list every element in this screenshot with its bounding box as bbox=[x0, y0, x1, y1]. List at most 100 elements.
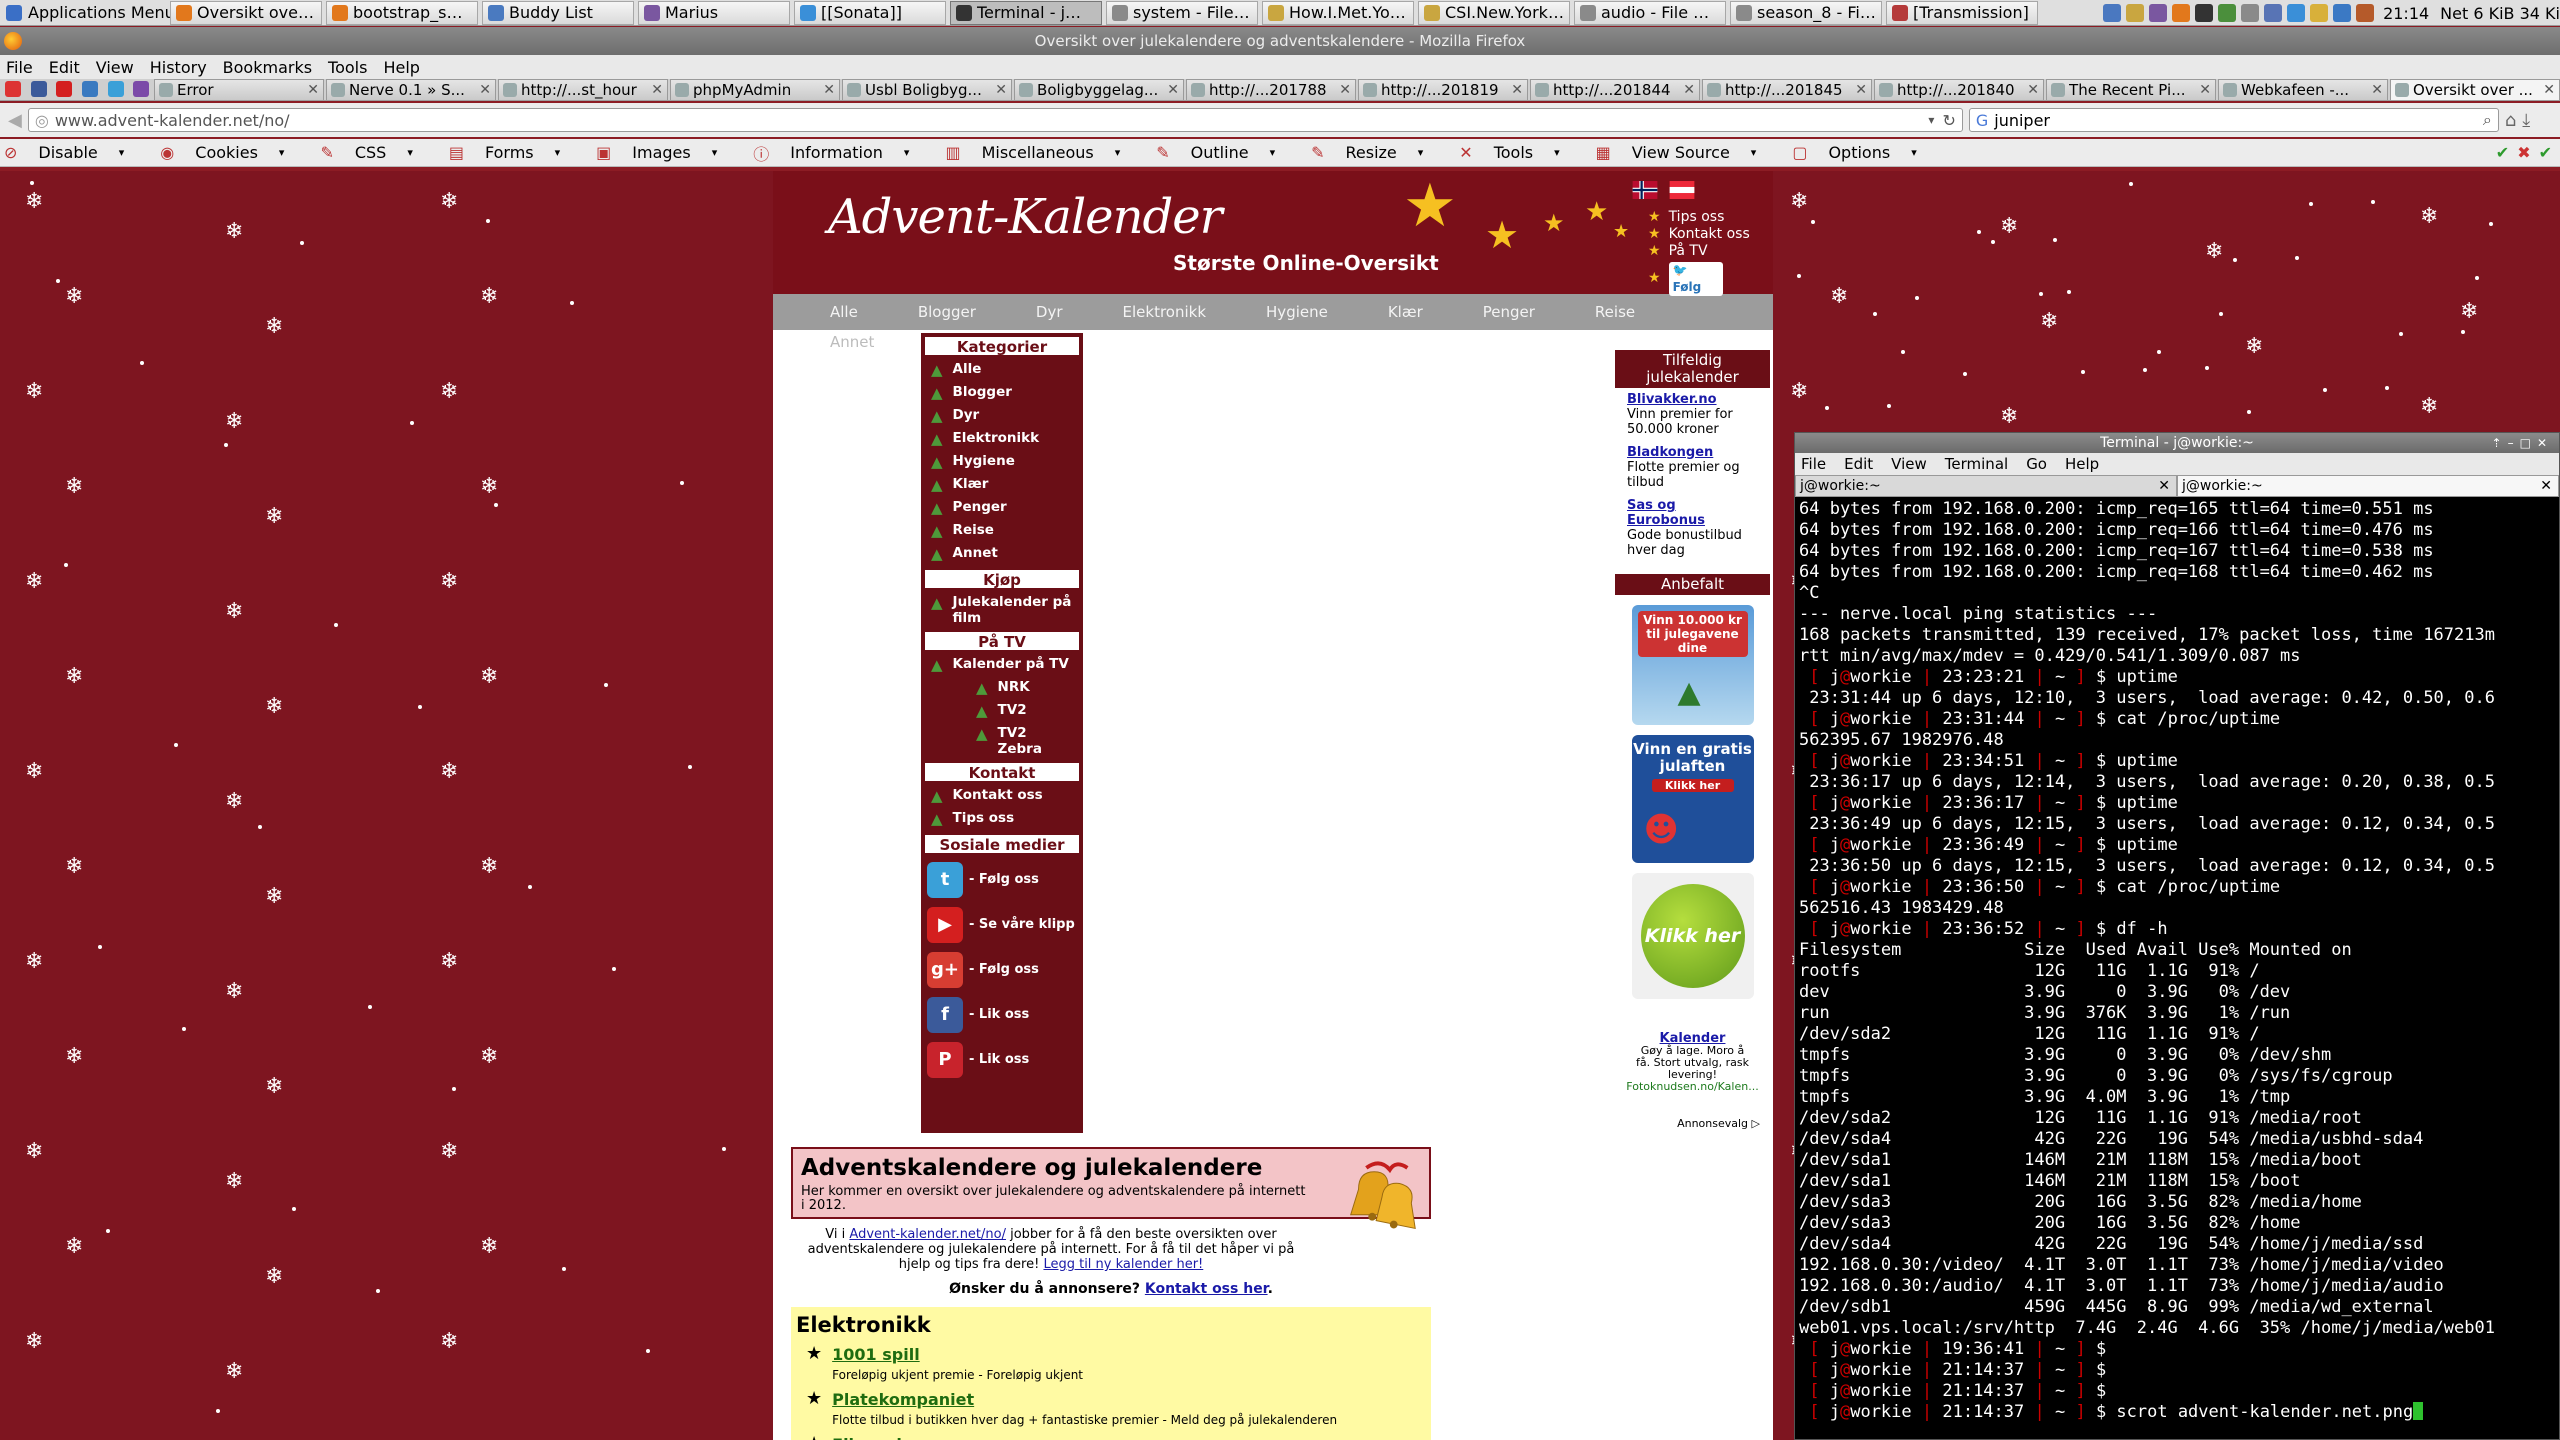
devtool-tools-menu[interactable]: ✕ Tools ▾ bbox=[1459, 143, 1577, 162]
mail-icon[interactable] bbox=[2264, 4, 2283, 22]
battery-icon[interactable] bbox=[2310, 4, 2329, 22]
browser-tab[interactable]: Oversikt over ... ✕ bbox=[2390, 79, 2560, 100]
browser-tab[interactable]: http://...201845 ✕ bbox=[1702, 79, 1873, 100]
browser-tab[interactable]: Webkafeen -... ✕ bbox=[2218, 79, 2389, 100]
bookmark-icon[interactable] bbox=[77, 78, 103, 100]
taskbar-item[interactable]: [Transmission] bbox=[1886, 0, 2038, 25]
taskbar-item[interactable]: bootstrap_sett... bbox=[326, 0, 478, 25]
add-calendar-link[interactable]: Legg til ny kalender her! bbox=[1043, 1257, 1203, 1272]
terminal-tab[interactable]: j@workie:~ ✕ bbox=[1795, 475, 2177, 497]
devtool-images-menu[interactable]: ▣ Images ▾ bbox=[596, 143, 735, 162]
nav-item-blogger[interactable]: Blogger bbox=[918, 303, 976, 321]
taskbar-item[interactable]: How.I.Met.Your... bbox=[1262, 0, 1414, 25]
terminal-menu-edit[interactable]: Edit bbox=[1844, 455, 1873, 473]
random-calendar-link[interactable]: Sas og Eurobonus bbox=[1627, 498, 1705, 528]
taskbar-item[interactable]: Terminal - j@w... bbox=[950, 0, 1102, 25]
firefox-launcher-icon[interactable] bbox=[2172, 4, 2191, 22]
social-link[interactable]: P - Lik oss bbox=[921, 1037, 1083, 1082]
ad-choices[interactable]: Annonsevalg ▷ bbox=[1615, 1117, 1770, 1130]
tab-close-icon[interactable]: ✕ bbox=[995, 82, 1007, 98]
sidebar-item[interactable]: ▲ Elektronikk bbox=[921, 428, 1083, 451]
browser-tab[interactable]: http://...st_hour ✕ bbox=[498, 79, 669, 100]
calendar-entry-link[interactable]: 1001 spill bbox=[832, 1345, 1083, 1364]
text-ad[interactable]: Kalender Gøy å lage. Moro å få. Stort ut… bbox=[1615, 1032, 1770, 1093]
devtool-cookies-menu[interactable]: ◉ Cookies ▾ bbox=[160, 143, 302, 162]
nav-item-penger[interactable]: Penger bbox=[1483, 303, 1535, 321]
ad-banner-1[interactable]: Vinn 10.000 kr til julegavene dine ▲ bbox=[1631, 605, 1754, 725]
update-icon[interactable] bbox=[2287, 4, 2306, 22]
taskbar-item[interactable]: Oversikt over j... bbox=[170, 0, 322, 25]
norway-flag-icon[interactable] bbox=[1631, 181, 1659, 199]
menu-help[interactable]: Help bbox=[383, 58, 419, 77]
search-icon[interactable]: ⌕ bbox=[2483, 110, 2492, 130]
terminal-close-icon[interactable]: ✕ bbox=[2537, 436, 2553, 450]
tab-close-icon[interactable]: ✕ bbox=[1339, 82, 1351, 98]
nav-item-hygiene[interactable]: Hygiene bbox=[1266, 303, 1328, 321]
tab-close-icon[interactable]: ✕ bbox=[1855, 82, 1867, 98]
menu-history[interactable]: History bbox=[150, 58, 207, 77]
sidebar-item[interactable]: ▲ Hygiene bbox=[921, 451, 1083, 474]
terminal-maximize-icon[interactable]: □ bbox=[2520, 436, 2537, 450]
sidebar-item[interactable]: ▲ TV2 Zebra bbox=[921, 723, 1083, 759]
header-link-kontakt[interactable]: ★ Kontakt oss bbox=[1648, 226, 1750, 243]
browser-tab[interactable]: Error ✕ bbox=[154, 79, 325, 100]
nav-item-dyr[interactable]: Dyr bbox=[1036, 303, 1063, 321]
search-bar[interactable]: G juniper ⌕ bbox=[1968, 108, 2499, 132]
site-logo[interactable]: Advent-Kalender bbox=[828, 189, 1223, 245]
header-follow[interactable]: ★ 🐦 Følg bbox=[1648, 260, 1750, 296]
header-link-tv[interactable]: ★ På TV bbox=[1648, 243, 1750, 260]
download-icon[interactable]: ⤓ bbox=[2522, 110, 2530, 131]
facebook-bookmark-icon[interactable] bbox=[26, 78, 52, 100]
terminal-menu-help[interactable]: Help bbox=[2065, 455, 2099, 473]
header-link-tips[interactable]: ★ Tips oss bbox=[1648, 209, 1750, 226]
browser-tab[interactable]: http://...201819 ✕ bbox=[1358, 79, 1529, 100]
devtool-css-menu[interactable]: ✎ CSS ▾ bbox=[320, 143, 430, 162]
pidgin-icon[interactable] bbox=[2149, 4, 2168, 22]
devtool-view-source-menu[interactable]: ▦ View Source ▾ bbox=[1596, 143, 1775, 162]
close-icon[interactable]: ✕ bbox=[2158, 478, 2170, 494]
terminal-menu-view[interactable]: View bbox=[1891, 455, 1927, 473]
nav-item-alle[interactable]: Alle bbox=[830, 303, 858, 321]
calendar-entry-link[interactable]: Filmweb bbox=[832, 1435, 908, 1440]
terminal-menu-go[interactable]: Go bbox=[2026, 455, 2047, 473]
tab-close-icon[interactable]: ✕ bbox=[479, 82, 491, 98]
applications-menu-button[interactable]: Applications Menu bbox=[0, 3, 175, 22]
nav-item-annet[interactable]: Annet bbox=[830, 333, 874, 351]
tab-close-icon[interactable]: ✕ bbox=[2027, 82, 2039, 98]
site-link[interactable]: Advent-kalender.net/no/ bbox=[849, 1227, 1006, 1242]
devtool-options-menu[interactable]: ▢ Options ▾ bbox=[1792, 143, 1934, 162]
devtool-miscellaneous-menu[interactable]: ▥ Miscellaneous ▾ bbox=[945, 143, 1138, 162]
taskbar-item[interactable]: CSI.New.York.S... bbox=[1418, 0, 1570, 25]
terminal-tab[interactable]: j@workie:~ ✕ bbox=[2177, 475, 2559, 497]
devtool-disable-menu[interactable]: ⊘ Disable ▾ bbox=[4, 143, 142, 162]
sidebar-item[interactable]: ▲ Alle bbox=[921, 359, 1083, 382]
home-icon[interactable]: ⌂ bbox=[2505, 110, 2516, 131]
firefox-icon[interactable] bbox=[4, 32, 22, 50]
random-calendar-link[interactable]: Bladkongen bbox=[1627, 445, 1713, 460]
devtool-ok-icon[interactable]: ✔ bbox=[2539, 143, 2552, 162]
nav-item-elektronikk[interactable]: Elektronikk bbox=[1123, 303, 1207, 321]
network-icon[interactable] bbox=[2218, 4, 2237, 22]
austria-flag-icon[interactable] bbox=[1668, 181, 1696, 199]
tab-close-icon[interactable]: ✕ bbox=[2543, 82, 2555, 98]
nav-item-klær[interactable]: Klær bbox=[1388, 303, 1423, 321]
tab-close-icon[interactable]: ✕ bbox=[1511, 82, 1523, 98]
browser-tab[interactable]: The Recent Pi... ✕ bbox=[2046, 79, 2217, 100]
nav-item-reise[interactable]: Reise bbox=[1595, 303, 1635, 321]
menu-view[interactable]: View bbox=[96, 58, 134, 77]
browser-tab[interactable]: http://...201844 ✕ bbox=[1530, 79, 1701, 100]
taskbar-item[interactable]: audio - File Ma... bbox=[1574, 0, 1726, 25]
url-bar[interactable]: ◎ www.advent-kalender.net/no/ ▾ ↻ bbox=[27, 108, 1963, 132]
tab-close-icon[interactable]: ✕ bbox=[823, 82, 835, 98]
music-icon[interactable] bbox=[2333, 4, 2352, 22]
devtool-outline-menu[interactable]: ✎ Outline ▾ bbox=[1156, 143, 1293, 162]
devtool-forms-menu[interactable]: ▤ Forms ▾ bbox=[449, 143, 578, 162]
terminal-minimize-icon[interactable]: – bbox=[2508, 436, 2520, 450]
random-calendar-link[interactable]: Blivakker.no bbox=[1627, 392, 1717, 407]
close-icon[interactable]: ✕ bbox=[2540, 478, 2552, 494]
bookmark-icon[interactable] bbox=[128, 78, 154, 100]
taskbar-item[interactable]: Marius bbox=[638, 0, 790, 25]
twitter-bookmark-icon[interactable] bbox=[103, 78, 129, 100]
devtool-error-icon[interactable]: ✖ bbox=[2517, 143, 2530, 162]
sidebar-item[interactable]: ▲ Julekalender på film bbox=[921, 592, 1083, 628]
